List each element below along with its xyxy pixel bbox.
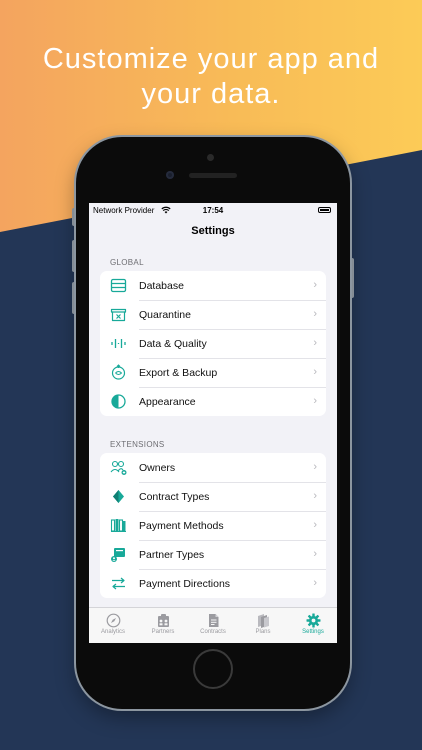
- settings-row-label: Appearance: [139, 395, 196, 408]
- chevron-right-icon: ›: [313, 337, 317, 349]
- chevron-right-icon: ›: [313, 548, 317, 560]
- chevron-right-icon: ›: [313, 490, 317, 502]
- settings-row-quarantine[interactable]: Quarantine ›: [100, 300, 326, 329]
- settings-row-label: Contract Types: [139, 490, 210, 503]
- page-title: Settings: [191, 225, 235, 237]
- phone-earpiece: [189, 173, 237, 178]
- quarantine-icon: [110, 308, 127, 322]
- settings-row-label: Database: [139, 279, 184, 292]
- settings-row-label: Owners: [139, 461, 176, 474]
- chevron-right-icon: ›: [313, 308, 317, 320]
- phone-power-button: [350, 258, 354, 298]
- tab-label: Partners: [151, 629, 175, 635]
- phone-sensor: [207, 154, 214, 161]
- extensions-settings-group: Owners › Contract Types › Payment Method…: [100, 453, 326, 598]
- chevron-right-icon: ›: [313, 395, 317, 407]
- settings-row-owners[interactable]: Owners ›: [100, 453, 326, 482]
- gear-icon: [306, 613, 320, 628]
- chevron-right-icon: ›: [313, 279, 317, 291]
- settings-row-label: Export & Backup: [139, 366, 218, 379]
- tab-contracts[interactable]: Contracts: [189, 610, 237, 635]
- payment-directions-icon: [112, 577, 125, 590]
- settings-row-label: Data & Quality: [139, 337, 207, 350]
- chevron-right-icon: ›: [313, 519, 317, 531]
- settings-row-payment-methods[interactable]: Payment Methods ›: [100, 511, 326, 540]
- settings-row-label: Partner Types: [139, 548, 205, 561]
- payment-methods-icon: [110, 519, 126, 532]
- tab-label: Analytics: [100, 629, 125, 635]
- settings-row-payment-directions[interactable]: Payment Directions ›: [100, 569, 326, 598]
- partners-icon: [157, 614, 169, 627]
- home-button[interactable]: [193, 649, 233, 689]
- headline-line-2: your data.: [141, 78, 281, 110]
- tab-label: Contracts: [200, 629, 226, 635]
- tab-bar: Analytics Partners Contracts Plans Setti…: [89, 607, 337, 643]
- front-camera: [166, 171, 174, 179]
- compass-icon: [106, 613, 120, 628]
- battery-icon: [318, 207, 331, 213]
- partner-types-icon: [111, 548, 125, 562]
- tab-settings[interactable]: Settings: [289, 610, 337, 635]
- export-backup-icon: [111, 364, 126, 380]
- headline: Customize your app and your data.: [0, 42, 422, 112]
- section-header-extensions: EXTENSIONS: [110, 440, 165, 449]
- phone-frame: Network Provider 17:54 Settings GLOBAL D…: [76, 137, 350, 709]
- status-time: 17:54: [202, 206, 224, 215]
- tab-partners[interactable]: Partners: [139, 610, 187, 635]
- owners-icon: [110, 460, 127, 475]
- tab-analytics[interactable]: Analytics: [89, 610, 137, 635]
- data-quality-icon: [111, 339, 126, 348]
- settings-row-data-quality[interactable]: Data & Quality ›: [100, 329, 326, 358]
- app-screen: Network Provider 17:54 Settings GLOBAL D…: [89, 203, 337, 643]
- settings-row-label: Payment Directions: [139, 577, 231, 590]
- global-settings-group: Database › Quarantine › Data & Quality ›…: [100, 271, 326, 416]
- database-icon: [110, 278, 127, 293]
- chevron-right-icon: ›: [313, 577, 317, 589]
- settings-row-label: Quarantine: [139, 308, 191, 321]
- document-icon: [208, 614, 218, 627]
- status-bar: Network Provider 17:54: [89, 203, 337, 219]
- section-header-global: GLOBAL: [110, 258, 144, 267]
- settings-row-partner-types[interactable]: Partner Types ›: [100, 540, 326, 569]
- tab-label: Plans: [255, 629, 271, 635]
- chevron-right-icon: ›: [313, 366, 317, 378]
- settings-row-appearance[interactable]: Appearance ›: [100, 387, 326, 416]
- headline-line-1: Customize your app and: [42, 43, 380, 75]
- contract-types-icon: [113, 490, 124, 503]
- settings-row-contract-types[interactable]: Contract Types ›: [100, 482, 326, 511]
- settings-row-database[interactable]: Database ›: [100, 271, 326, 300]
- tab-plans[interactable]: Plans: [239, 610, 287, 635]
- plans-icon: [257, 614, 269, 628]
- chevron-right-icon: ›: [313, 461, 317, 473]
- settings-row-export-backup[interactable]: Export & Backup ›: [100, 358, 326, 387]
- settings-row-label: Payment Methods: [139, 519, 224, 532]
- appearance-icon: [111, 394, 126, 409]
- tab-label: Settings: [302, 629, 324, 635]
